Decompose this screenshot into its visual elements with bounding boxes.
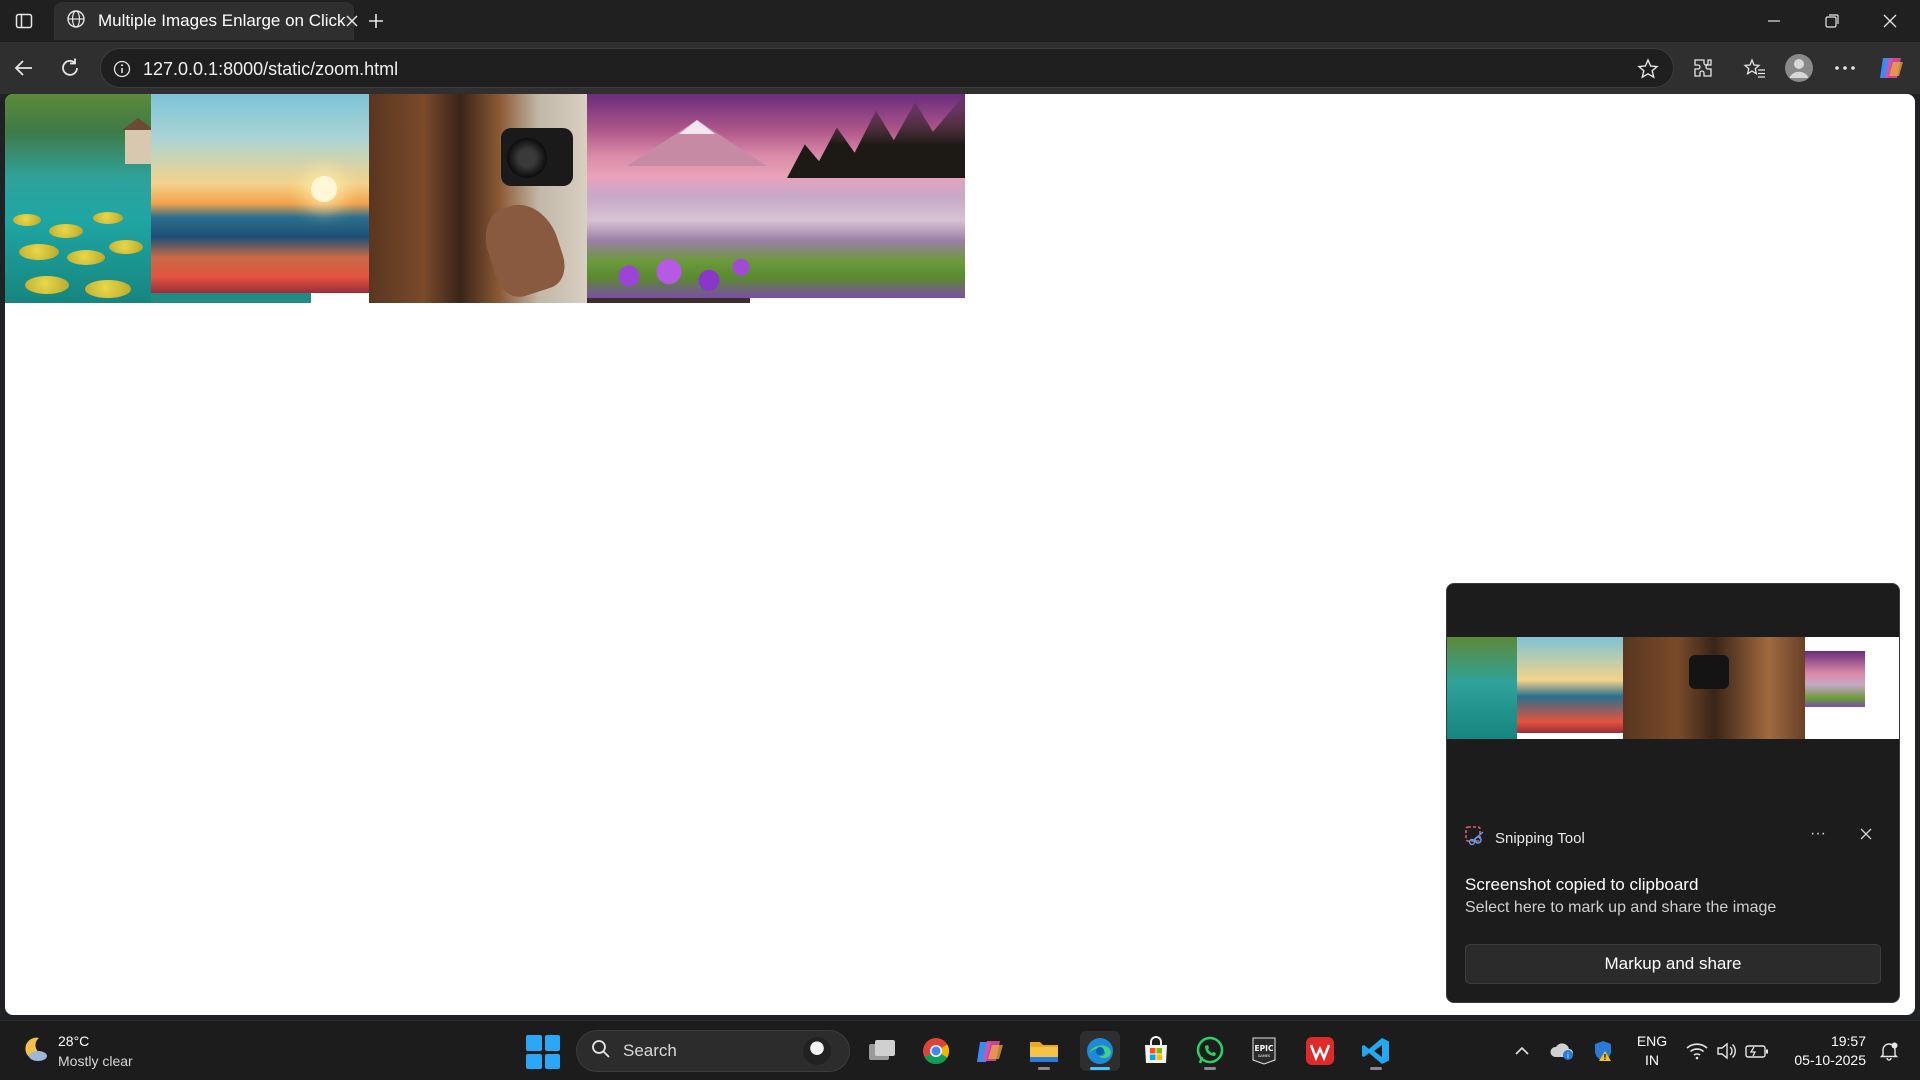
flowers: [597, 254, 757, 298]
start-button[interactable]: [526, 1035, 560, 1069]
taskbar-search[interactable]: Search: [576, 1030, 850, 1072]
restore-icon[interactable]: [1810, 6, 1854, 36]
globe-icon: [66, 9, 86, 34]
preview-thumb-lily: [1447, 637, 1517, 739]
language-code: ENG: [1636, 1033, 1668, 1049]
gallery-image-mountain-lake[interactable]: [587, 94, 965, 298]
edge-icon[interactable]: [1080, 1031, 1120, 1071]
more-icon[interactable]: [1830, 53, 1860, 83]
vscode-icon[interactable]: [1356, 1031, 1396, 1071]
address-bar[interactable]: 127.0.0.1:8000/static/zoom.html: [100, 48, 1674, 88]
search-placeholder: Search: [623, 1041, 677, 1060]
file-explorer-icon[interactable]: [1024, 1031, 1064, 1071]
snowcap: [679, 120, 715, 134]
tab-title: Multiple Images Enlarge on Click: [98, 11, 346, 30]
sun: [311, 176, 337, 202]
gallery-image-ocean-sunset[interactable]: [151, 94, 369, 293]
system-clock[interactable]: 19:57 05-10-2025: [1780, 1032, 1866, 1070]
treeline: [787, 94, 965, 178]
gallery-image-photographer[interactable]: [369, 94, 587, 303]
markup-and-share-button[interactable]: Markup and share: [1465, 944, 1881, 984]
notification-title: Screenshot copied to clipboard: [1465, 875, 1699, 894]
gallery-image-strip-2: [587, 298, 750, 303]
notification-body: Select here to mark up and share the ima…: [1465, 899, 1777, 916]
more-options-button[interactable]: ···: [1803, 820, 1833, 848]
preview-thumb-sunset: [1517, 637, 1623, 733]
copilot-app-icon[interactable]: [970, 1031, 1010, 1071]
close-window-icon[interactable]: [1868, 6, 1912, 36]
wps-office-icon[interactable]: [1300, 1031, 1340, 1071]
close-icon[interactable]: [1851, 820, 1881, 848]
refresh-icon[interactable]: [54, 52, 86, 84]
hand: [476, 195, 572, 303]
close-icon[interactable]: [346, 10, 358, 32]
volume-icon[interactable]: [1714, 1031, 1738, 1071]
url-text[interactable]: 127.0.0.1:8000/static/zoom.html: [143, 59, 398, 80]
boathouse: [122, 118, 151, 164]
svg-text:EPIC: EPIC: [1255, 1044, 1274, 1053]
onedrive-icon[interactable]: i: [1548, 1031, 1576, 1071]
minimize-icon[interactable]: [1752, 6, 1796, 36]
weather-widget[interactable]: 28°C Mostly clear: [20, 1031, 133, 1071]
favorites-icon[interactable]: [1740, 53, 1770, 83]
security-icon[interactable]: !: [1590, 1031, 1616, 1071]
svg-text:GAMES: GAMES: [1258, 1054, 1271, 1058]
snipping-tool-notification[interactable]: Snipping Tool ··· Screenshot copied to c…: [1446, 583, 1900, 1003]
browser-toolbar: 127.0.0.1:8000/static/zoom.html: [0, 42, 1920, 94]
svg-text:i: i: [1567, 1052, 1569, 1060]
gallery-image-lily-pads[interactable]: [5, 94, 151, 303]
back-icon[interactable]: [8, 52, 40, 84]
preview-thumb-lake: [1805, 651, 1865, 707]
clock-date: 05-10-2025: [1794, 1052, 1866, 1068]
copilot-icon[interactable]: [1876, 53, 1906, 83]
image-gallery: [5, 94, 965, 304]
battery-icon[interactable]: [1744, 1031, 1770, 1071]
profile-icon[interactable]: [1784, 53, 1814, 83]
wifi-icon[interactable]: [1684, 1031, 1710, 1071]
extensions-icon[interactable]: [1688, 53, 1718, 83]
screenshot-preview[interactable]: [1447, 637, 1899, 739]
taskbar: 28°C Mostly clear Search EPIC GAMES i ! …: [0, 1020, 1920, 1080]
preview-thumb-photographer: [1623, 637, 1805, 739]
task-view-icon[interactable]: [862, 1031, 902, 1071]
weather-temperature: 28°C: [58, 1033, 90, 1049]
info-icon[interactable]: [111, 58, 133, 80]
browser-titlebar: Multiple Images Enlarge on Click: [0, 0, 1920, 42]
plus-icon[interactable]: [362, 7, 390, 35]
epic-games-icon[interactable]: EPIC GAMES: [1244, 1031, 1284, 1071]
gallery-image-strip: [151, 293, 311, 303]
app-name: Snipping Tool: [1495, 830, 1585, 847]
weather-condition: Mostly clear: [58, 1053, 133, 1069]
whatsapp-icon[interactable]: [1190, 1031, 1230, 1071]
moon-icon: [20, 1034, 50, 1069]
language-region: IN: [1645, 1052, 1659, 1068]
chevron-up-icon[interactable]: [1510, 1031, 1534, 1071]
svg-text:!: !: [1603, 1053, 1607, 1062]
search-icon: [591, 1039, 611, 1064]
notification-bell-icon[interactable]: [1876, 1031, 1902, 1071]
language-indicator[interactable]: ENG IN: [1628, 1032, 1676, 1070]
clock-time: 19:57: [1830, 1033, 1866, 1049]
star-icon[interactable]: [1637, 58, 1659, 80]
chrome-icon[interactable]: [916, 1031, 956, 1071]
snipping-tool-icon: [1465, 826, 1485, 851]
notification-app: Snipping Tool: [1465, 826, 1585, 851]
sidebar-icon[interactable]: [10, 7, 38, 35]
search-highlight-icon: [803, 1037, 831, 1065]
tab-active[interactable]: Multiple Images Enlarge on Click: [54, 2, 358, 40]
camera: [501, 128, 573, 186]
microsoft-store-icon[interactable]: [1136, 1031, 1176, 1071]
